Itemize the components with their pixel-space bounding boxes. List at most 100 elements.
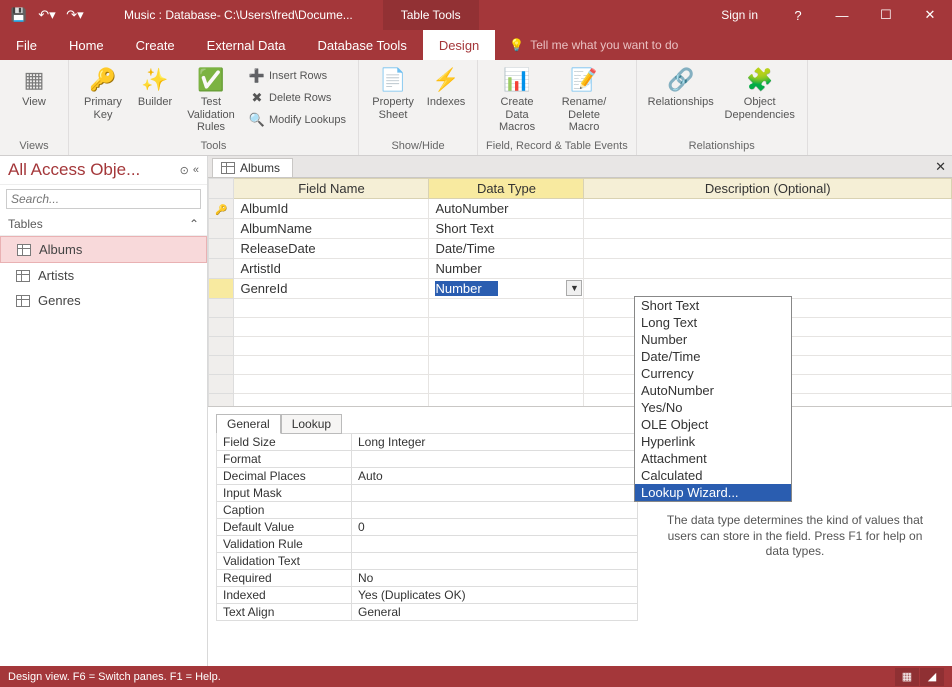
help-icon[interactable]: ? (776, 0, 820, 30)
rename-icon: 📝 (570, 66, 598, 94)
nav-title: All Access Obje... (8, 160, 140, 180)
help-text: The data type determines the kind of val… (666, 513, 924, 560)
nav-collapse-icon[interactable]: « (193, 164, 199, 177)
tab-database-tools[interactable]: Database Tools (301, 30, 422, 60)
create-data-macros-button[interactable]: 📊Create Data Macros (486, 64, 548, 136)
tab-create[interactable]: Create (120, 30, 191, 60)
check-icon: ✅ (197, 66, 225, 94)
table-row[interactable]: ArtistIdNumber (209, 259, 952, 279)
rename-delete-macro-button[interactable]: 📝Rename/ Delete Macro (552, 64, 616, 136)
dropdown-option[interactable]: AutoNumber (635, 382, 791, 399)
ribbon: ▦ View Views 🔑Primary Key ✨Builder ✅Test… (0, 60, 952, 156)
app-title: Music : Database- C:\Users\fred\Docume..… (94, 8, 383, 22)
dropdown-option[interactable]: OLE Object (635, 416, 791, 433)
properties-table[interactable]: Field SizeLong Integer Format Decimal Pl… (216, 433, 638, 621)
group-relationships: Relationships (645, 139, 799, 153)
nav-item-genres[interactable]: Genres (0, 288, 207, 313)
table-row[interactable] (209, 375, 952, 394)
prop-tab-general[interactable]: General (216, 414, 281, 434)
relationships-icon: 🔗 (667, 66, 695, 94)
dropdown-option[interactable]: Yes/No (635, 399, 791, 416)
insert-rows-button[interactable]: ➕Insert Rows (245, 66, 350, 86)
minimize-icon[interactable]: — (820, 0, 864, 30)
nav-item-artists[interactable]: Artists (0, 263, 207, 288)
tab-external-data[interactable]: External Data (191, 30, 302, 60)
object-dependencies-button[interactable]: 🧩Object Dependencies (721, 64, 799, 123)
primary-key-button[interactable]: 🔑Primary Key (77, 64, 129, 123)
data-type-dropdown[interactable]: Short Text Long Text Number Date/Time Cu… (634, 296, 792, 502)
field-design-grid[interactable]: Field Name Data Type Description (Option… (208, 178, 952, 413)
col-description[interactable]: Description (Optional) (584, 179, 952, 199)
data-type-input[interactable]: Number (435, 281, 497, 296)
table-icon (16, 295, 30, 307)
insert-row-icon: ➕ (249, 68, 265, 84)
nav-category-tables[interactable]: Tables ⌃ (0, 213, 207, 236)
table-row[interactable] (209, 299, 952, 318)
table-row[interactable]: GenreId Number ▼ (209, 279, 952, 299)
prop-tab-lookup[interactable]: Lookup (281, 414, 342, 434)
table-row[interactable]: AlbumNameShort Text (209, 219, 952, 239)
table-icon (17, 244, 31, 256)
maximize-icon[interactable]: ☐ (864, 0, 908, 30)
dependencies-icon: 🧩 (746, 66, 774, 94)
status-text: Design view. F6 = Switch panes. F1 = Hel… (8, 671, 221, 683)
design-view-icon[interactable]: ◢ (920, 668, 944, 686)
modify-lookups-button[interactable]: 🔍Modify Lookups (245, 110, 350, 130)
test-validation-button[interactable]: ✅Test Validation Rules (181, 64, 241, 136)
status-bar: Design view. F6 = Switch panes. F1 = Hel… (0, 666, 952, 687)
table-row[interactable]: 🔑AlbumIdAutoNumber (209, 199, 952, 219)
dropdown-option[interactable]: Lookup Wizard... (635, 484, 791, 501)
table-row[interactable] (209, 356, 952, 375)
tab-file[interactable]: File (0, 30, 53, 60)
document-tab-albums[interactable]: Albums (212, 158, 293, 177)
dropdown-option[interactable]: Date/Time (635, 348, 791, 365)
nav-item-albums[interactable]: Albums (0, 236, 207, 263)
nav-search-input[interactable] (6, 189, 201, 209)
tell-me-search[interactable]: 💡 Tell me what you want to do (495, 30, 692, 60)
tab-home[interactable]: Home (53, 30, 120, 60)
title-bar: 💾 ↶▾ ↷▾ Music : Database- C:\Users\fred\… (0, 0, 952, 30)
data-type-cell-active[interactable]: Number ▼ (429, 279, 584, 299)
dropdown-option[interactable]: Currency (635, 365, 791, 382)
dropdown-option[interactable]: Attachment (635, 450, 791, 467)
signin-link[interactable]: Sign in (703, 8, 776, 22)
indexes-button[interactable]: ⚡Indexes (423, 64, 469, 111)
tell-me-label: Tell me what you want to do (530, 38, 678, 52)
property-sheet-button[interactable]: 📄Property Sheet (367, 64, 419, 123)
undo-icon[interactable]: ↶▾ (36, 4, 58, 26)
lightbulb-icon: 💡 (509, 38, 524, 52)
wand-icon: ✨ (141, 66, 169, 94)
key-icon: 🔑 (89, 66, 117, 94)
delete-rows-button[interactable]: ✖Delete Rows (245, 88, 350, 108)
close-document-icon[interactable]: ✕ (935, 159, 946, 175)
dropdown-option[interactable]: Calculated (635, 467, 791, 484)
datasheet-view-icon[interactable]: ▦ (895, 668, 919, 686)
builder-button[interactable]: ✨Builder (133, 64, 177, 111)
group-tools: Tools (77, 139, 350, 153)
col-data-type[interactable]: Data Type (429, 179, 584, 199)
view-button[interactable]: ▦ View (8, 64, 60, 111)
relationships-button[interactable]: 🔗Relationships (645, 64, 717, 111)
group-views: Views (8, 139, 60, 153)
table-row[interactable] (209, 318, 952, 337)
dropdown-option[interactable]: Number (635, 331, 791, 348)
primary-key-icon: 🔑 (215, 205, 227, 216)
nav-pin-icon[interactable]: ⊙ (180, 164, 189, 177)
field-properties-pane: operties General Lookup Field SizeLong I… (208, 406, 952, 666)
col-field-name[interactable]: Field Name (234, 179, 429, 199)
redo-icon[interactable]: ↷▾ (64, 4, 86, 26)
lightning-icon: ⚡ (432, 66, 460, 94)
design-area: Albums ✕ Field Name Data Type Descriptio… (208, 156, 952, 666)
dropdown-option[interactable]: Long Text (635, 314, 791, 331)
close-icon[interactable]: ✕ (908, 0, 952, 30)
table-row[interactable] (209, 337, 952, 356)
dropdown-button[interactable]: ▼ (566, 280, 582, 296)
tab-design[interactable]: Design (423, 30, 495, 60)
dropdown-option[interactable]: Hyperlink (635, 433, 791, 450)
macro-icon: 📊 (503, 66, 531, 94)
navigation-pane: All Access Obje... ⊙ « Tables ⌃ Albums A… (0, 156, 208, 666)
save-icon[interactable]: 💾 (8, 4, 30, 26)
table-row[interactable]: ReleaseDateDate/Time (209, 239, 952, 259)
quick-access-toolbar: 💾 ↶▾ ↷▾ (0, 4, 94, 26)
dropdown-option[interactable]: Short Text (635, 297, 791, 314)
